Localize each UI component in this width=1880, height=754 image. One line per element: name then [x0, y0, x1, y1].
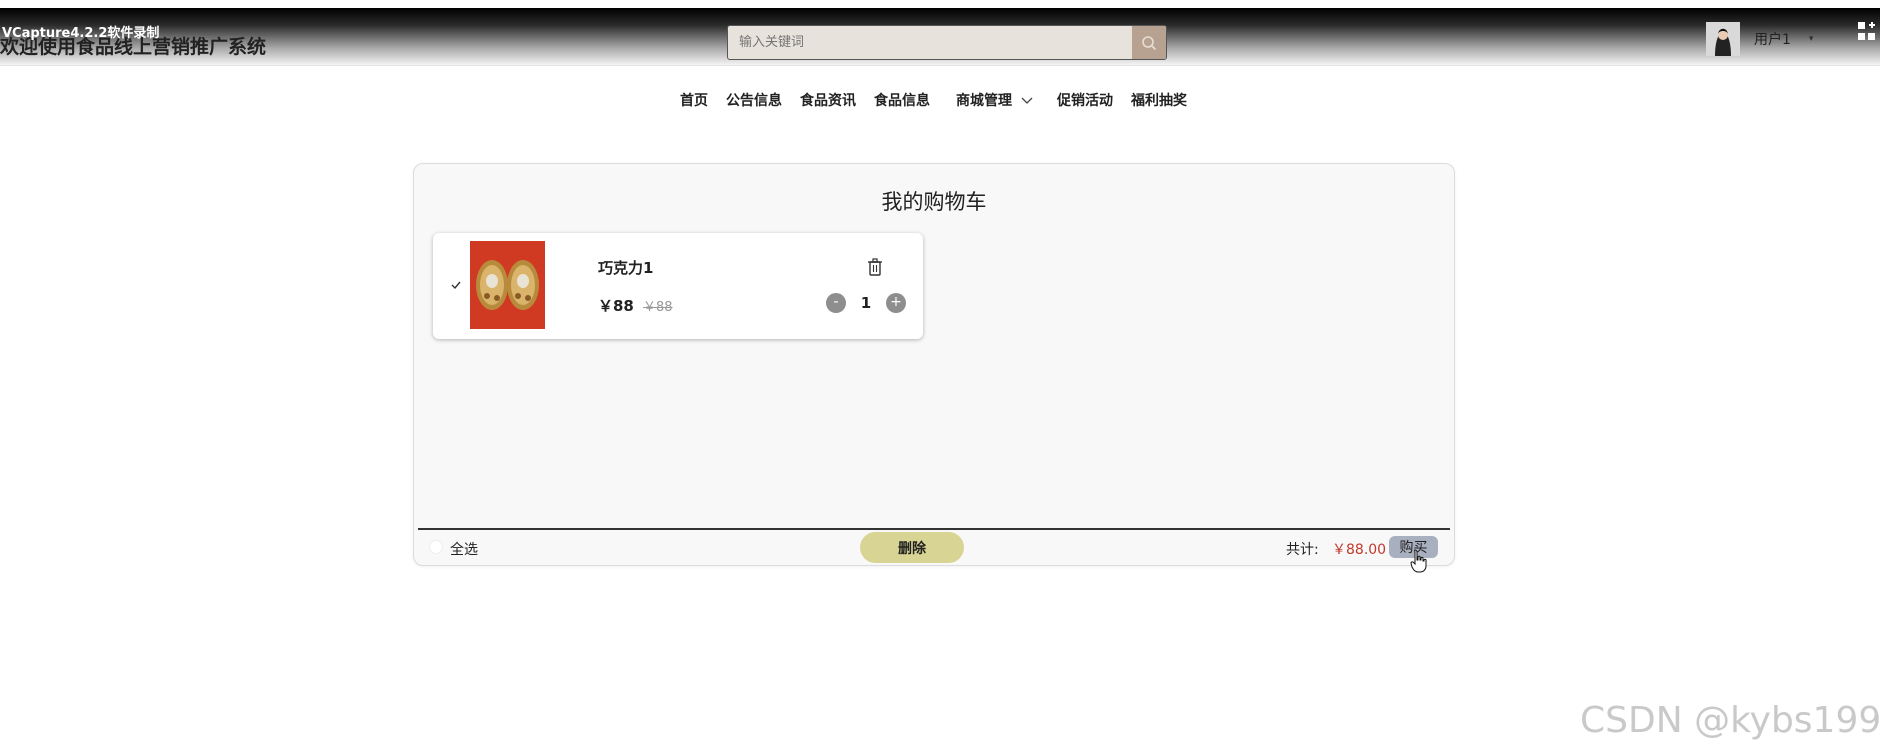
product-original-price: ￥88: [643, 300, 673, 315]
page: 欢迎使用食品线上营销推广系统 VCapture4.2.2软件录制 用户1 ▾: [0, 0, 1880, 754]
nav-item-home[interactable]: 首页: [680, 90, 708, 110]
search-icon: [1142, 35, 1157, 50]
recorder-watermark: VCapture4.2.2软件录制: [2, 26, 160, 41]
nav-item-food-info[interactable]: 食品信息: [874, 90, 930, 110]
chevron-down-icon: [1021, 97, 1033, 104]
header: 欢迎使用食品线上营销推广系统 VCapture4.2.2软件录制 用户1 ▾: [0, 8, 1880, 66]
select-all-label[interactable]: 全选: [450, 539, 478, 559]
user-caret-icon[interactable]: ▾: [1809, 34, 1814, 44]
hand-cursor-icon: [1410, 549, 1427, 573]
nav-item-lottery[interactable]: 福利抽奖: [1131, 90, 1187, 110]
quantity-increase-button[interactable]: +: [886, 293, 906, 313]
footer-divider: [418, 528, 1450, 530]
quantity-value: 1: [860, 294, 872, 312]
page-title: 我的购物车: [881, 190, 987, 214]
cart-item: 巧克力1 ￥88 ￥88 - 1 +: [433, 233, 923, 339]
nav-item-promotions[interactable]: 促销活动: [1057, 90, 1113, 110]
grid-icon[interactable]: [1858, 22, 1880, 42]
search-bar: [727, 25, 1167, 60]
nav-item-food-news[interactable]: 食品资讯: [800, 90, 856, 110]
quantity-decrease-button[interactable]: -: [826, 293, 846, 313]
avatar[interactable]: [1706, 22, 1740, 56]
user-name[interactable]: 用户1: [1754, 29, 1791, 49]
search-input[interactable]: [728, 26, 1134, 59]
trash-icon[interactable]: [867, 258, 883, 276]
nav-item-shop-management-label: 商城管理: [956, 93, 1012, 109]
total-label: 共计:: [1286, 542, 1319, 558]
cart-panel: 我的购物车 巧克力1 ￥88 ￥88 - 1 + 全选 删除 共计: ￥88.0…: [413, 163, 1455, 566]
select-all-radio[interactable]: [429, 540, 443, 554]
search-button[interactable]: [1132, 26, 1166, 59]
product-name[interactable]: 巧克力1: [598, 257, 653, 278]
nav-item-announcements[interactable]: 公告信息: [726, 90, 782, 110]
product-image: [470, 241, 545, 329]
delete-button[interactable]: 删除: [860, 532, 964, 563]
nav-item-shop-management[interactable]: 商城管理: [956, 90, 1033, 110]
main-nav: 首页 公告信息 食品资讯 食品信息 商城管理 促销活动 福利抽奖: [0, 90, 1880, 112]
checkmark-icon[interactable]: [448, 278, 464, 292]
product-price: ￥88: [598, 297, 634, 315]
user-menu[interactable]: 用户1 ▾: [1706, 22, 1813, 56]
total-value: ￥88.00: [1332, 542, 1387, 558]
csdn-watermark: CSDN @kybs1991: [1580, 700, 1880, 741]
